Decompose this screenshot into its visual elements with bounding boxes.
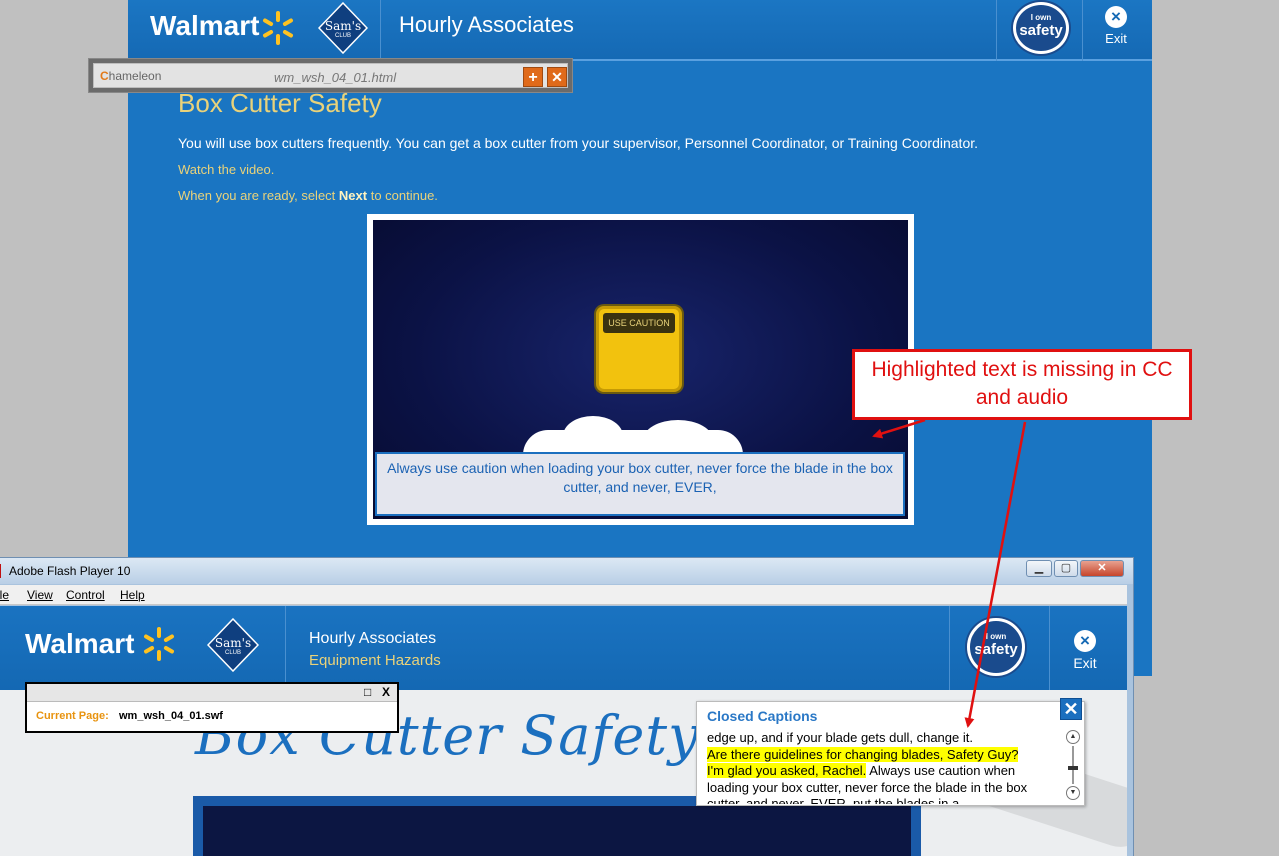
exit-button[interactable]: × Exit [1067,630,1103,671]
menu-file[interactable]: ile [0,588,9,602]
menu-bar: ile View Control Help [0,585,1127,605]
intro-text: You will use box cutters frequently. You… [178,135,979,151]
expand-button[interactable]: + [523,67,543,87]
close-icon: × [1105,6,1127,28]
captions-scrollbar[interactable]: ▲ ▼ [1066,730,1080,804]
exit-button[interactable]: × Exit [1098,6,1134,46]
course-header: Walmart Sam's CLUB Hourly Associates I o… [128,0,1152,61]
menu-help[interactable]: Help [120,588,145,602]
menu-view[interactable]: View [27,588,53,602]
menu-control[interactable]: Control [66,588,105,602]
video-player[interactable] [203,806,911,856]
header-divider [996,0,997,61]
header-divider [285,606,286,690]
window-title: Adobe Flash Player 10 [9,564,131,578]
video-frame: USE CAUTION Always use caution when load… [367,214,914,525]
closed-captions-panel: Closed Captions ✕ edge up, and if your b… [696,698,1085,806]
captions-text: edge up, and if your blade gets dull, ch… [707,730,1028,804]
walmart-logo-text: Walmart [150,10,260,41]
header-divider [949,606,950,690]
chameleon-logo: Chameleon [100,69,162,83]
walmart-logo-text: Walmart [25,628,135,659]
close-button[interactable]: ✕ [1080,560,1124,577]
closed-captions-title: Closed Captions [707,708,818,724]
header-divider [380,0,381,61]
i-own-safety-badge: I own safety [967,618,1025,676]
header-title: Hourly Associates [399,12,574,37]
maximize-button[interactable]: ▢ [1054,560,1078,577]
header-divider [1049,606,1050,690]
ready-instruction: When you are ready, select Next to conti… [178,188,438,203]
chameleon-filename: wm_wsh_04_01.html [274,70,397,85]
scroll-down-icon[interactable]: ▼ [1066,786,1080,800]
maximize-button[interactable]: □ [364,685,371,699]
walmart-spark-icon [144,627,174,661]
current-page-titlebar: □ X [27,684,397,702]
sams-club-logo: Sam's CLUB [318,2,368,54]
scroll-up-icon[interactable]: ▲ [1066,730,1080,744]
scroll-thumb[interactable] [1068,766,1078,770]
current-page-value: wm_wsh_04_01.swf [119,710,223,722]
highlighted-caption: I'm glad you asked, Rachel. [707,763,867,778]
video-caption: Always use caution when loading your box… [375,452,905,516]
close-captions-button[interactable]: ✕ [1060,698,1082,720]
caution-sign: USE CAUTION [596,306,682,392]
header-divider [1082,0,1083,61]
flash-app-icon [0,564,1,578]
annotation-callout: Highlighted text is missing in CC and au… [852,349,1192,420]
current-page-panel: □ X Current Page: wm_wsh_04_01.swf [25,682,399,733]
minimize-button[interactable]: ▁ [1026,560,1052,577]
header-subtitle: Equipment Hazards [309,652,441,669]
watch-instruction: Watch the video. [178,162,275,177]
chameleon-toolbar: Chameleon wm_wsh_04_01.html + ✕ [88,58,573,93]
close-icon: × [1074,630,1096,652]
close-button[interactable]: X [382,685,390,699]
close-button[interactable]: ✕ [547,67,567,87]
sams-club-logo: Sam's CLUB [207,618,259,672]
highlighted-caption: Are there guidelines for changing blades… [707,746,1019,762]
i-own-safety-badge: I own safety [1013,2,1069,54]
header-title: Hourly Associates [309,630,437,647]
flash-header: Walmart Sam's CLUB Hourly Associates Equ… [0,606,1127,690]
walmart-spark-icon [263,11,293,45]
current-page-label: Current Page: [36,710,109,722]
video-player[interactable]: USE CAUTION Always use caution when load… [373,220,908,519]
title-bar: Adobe Flash Player 10 ▁ ▢ ✕ [0,558,1133,584]
